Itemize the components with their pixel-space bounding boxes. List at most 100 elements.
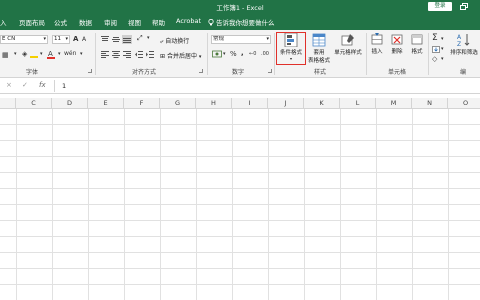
- cancel-icon[interactable]: ×: [6, 81, 12, 89]
- login-button[interactable]: 登录: [428, 2, 452, 11]
- tab-acrobat[interactable]: Acrobat: [176, 17, 201, 25]
- increase-font-icon[interactable]: A: [73, 35, 78, 43]
- tell-me-box[interactable]: 告诉我你想要做什么: [208, 17, 275, 27]
- format-cells-button[interactable]: 格式: [408, 33, 426, 55]
- column-header-n[interactable]: N: [412, 98, 448, 109]
- column-header-b[interactable]: B: [0, 98, 16, 109]
- number-launcher-icon[interactable]: [268, 69, 272, 73]
- dropdown-arrow-icon[interactable]: ▾: [147, 35, 150, 41]
- enter-icon[interactable]: ✓: [22, 81, 28, 89]
- column-header-j[interactable]: J: [268, 98, 304, 109]
- tab-formulas[interactable]: 公式: [54, 17, 67, 27]
- styles-group-label: 样式: [314, 69, 327, 76]
- decrease-indent-icon[interactable]: [135, 51, 143, 58]
- percent-icon[interactable]: %: [230, 50, 237, 58]
- phonetic-icon[interactable]: wén: [64, 50, 76, 57]
- align-middle-icon[interactable]: [112, 36, 120, 43]
- align-right-icon[interactable]: [123, 51, 131, 58]
- number-format-value: 常规: [213, 36, 225, 42]
- tab-review[interactable]: 审阅: [104, 17, 117, 27]
- tab-view[interactable]: 视图: [128, 17, 141, 27]
- column-header-k[interactable]: K: [304, 98, 340, 109]
- svg-text:Z: Z: [457, 41, 461, 47]
- delete-cells-icon: [391, 34, 403, 45]
- cells-group-label: 单元格: [388, 69, 407, 76]
- window-title: 工作簿1 - Excel: [216, 4, 264, 12]
- align-bottom-icon[interactable]: [122, 35, 132, 44]
- tab-insert[interactable]: 入: [0, 17, 7, 27]
- column-header-i[interactable]: I: [232, 98, 268, 109]
- format-as-table-button[interactable]: 套用 表格格式: [306, 33, 332, 64]
- dropdown-arrow-icon[interactable]: ▾: [58, 51, 61, 57]
- dropdown-arrow-icon: ▾: [198, 54, 202, 60]
- dropdown-arrow-icon[interactable]: ▾: [223, 51, 226, 57]
- column-header-h[interactable]: H: [196, 98, 232, 109]
- font-name-select[interactable]: E CN ▾: [0, 35, 48, 44]
- insert-cells-label: 插入: [371, 49, 383, 55]
- fill-color-swatch: [30, 56, 38, 58]
- dropdown-arrow-icon[interactable]: ▾: [40, 51, 43, 57]
- dropdown-arrow-icon[interactable]: ▾: [80, 51, 83, 57]
- tab-page-layout[interactable]: 页面布局: [19, 17, 45, 27]
- cell-styles-label: 单元格样式: [334, 50, 362, 56]
- formula-input[interactable]: 1: [62, 82, 66, 90]
- tab-help[interactable]: 帮助: [152, 17, 165, 27]
- number-format-select[interactable]: 常规 ▾: [211, 35, 271, 44]
- dropdown-arrow-icon[interactable]: ▾: [441, 56, 444, 62]
- clear-icon[interactable]: ◇: [432, 55, 437, 63]
- delete-cells-button[interactable]: 删除: [388, 33, 406, 55]
- font-name-value: E CN: [2, 36, 16, 42]
- font-launcher-icon[interactable]: [88, 69, 92, 73]
- fill-icon[interactable]: [432, 46, 440, 53]
- insert-cells-button[interactable]: 插入: [368, 33, 386, 55]
- dropdown-arrow-icon[interactable]: ▾: [441, 36, 444, 42]
- delete-cells-label: 删除: [391, 49, 403, 55]
- fill-color-icon[interactable]: ◈: [22, 50, 27, 58]
- merge-center-button[interactable]: ⊞ 合并后居中 ▾: [160, 51, 201, 60]
- align-top-icon[interactable]: [101, 36, 109, 43]
- ribbon: E CN ▾ 11 ▾ A A ▦ ▾ ◈ ▾ A ▾ wén ▾ 字体 ⤢ ▾ ⤶…: [0, 30, 480, 78]
- insert-function-icon[interactable]: fx: [39, 81, 46, 89]
- insert-cells-icon: [371, 33, 383, 45]
- tell-me-text: 告诉我你想要做什么: [216, 19, 275, 27]
- number-group-label: 数字: [232, 69, 245, 76]
- column-header-f[interactable]: F: [124, 98, 160, 109]
- borders-icon[interactable]: ▦: [2, 51, 9, 59]
- column-header-o[interactable]: O: [448, 98, 480, 109]
- dropdown-arrow-icon[interactable]: ▾: [14, 51, 17, 57]
- font-color-swatch: [47, 57, 55, 59]
- dropdown-arrow-icon[interactable]: ▾: [441, 46, 444, 52]
- column-header-e[interactable]: E: [88, 98, 124, 109]
- font-group-label: 字体: [26, 69, 39, 76]
- wrap-text-button[interactable]: ⤶ 自动换行: [160, 36, 189, 46]
- comma-style-icon[interactable]: ,: [241, 49, 244, 57]
- wrap-text-label: 自动换行: [165, 38, 190, 45]
- align-left-icon[interactable]: [101, 51, 109, 58]
- column-header-g[interactable]: G: [160, 98, 196, 109]
- autosum-icon[interactable]: Σ: [432, 33, 438, 43]
- column-header-m[interactable]: M: [376, 98, 412, 109]
- sort-filter-button[interactable]: AZ 排序和筛选: [448, 33, 480, 56]
- cell-styles-button[interactable]: 单元格样式: [333, 33, 363, 56]
- decrease-font-icon[interactable]: A: [82, 36, 86, 43]
- ribbon-divider: [95, 33, 96, 75]
- alignment-launcher-icon[interactable]: [199, 69, 203, 73]
- highlight-box: [276, 32, 306, 65]
- sort-filter-icon: AZ: [457, 34, 470, 47]
- column-header-l[interactable]: L: [340, 98, 376, 109]
- ribbon-divider: [366, 33, 367, 75]
- format-as-table-icon: [312, 33, 326, 47]
- restore-window-icon[interactable]: [460, 3, 469, 10]
- worksheet-grid[interactable]: [0, 109, 480, 300]
- font-size-select[interactable]: 11 ▾: [52, 35, 70, 44]
- increase-indent-icon[interactable]: [146, 51, 154, 58]
- currency-icon[interactable]: [212, 50, 222, 58]
- align-center-icon[interactable]: [112, 51, 120, 58]
- column-header-c[interactable]: C: [16, 98, 52, 109]
- editing-group-label: 编: [460, 69, 467, 76]
- column-header-d[interactable]: D: [52, 98, 88, 109]
- decrease-decimal-icon[interactable]: .00: [261, 51, 269, 57]
- tab-data[interactable]: 数据: [79, 17, 92, 27]
- increase-decimal-icon[interactable]: ←0: [249, 51, 256, 57]
- orientation-icon[interactable]: ⤢: [137, 34, 143, 43]
